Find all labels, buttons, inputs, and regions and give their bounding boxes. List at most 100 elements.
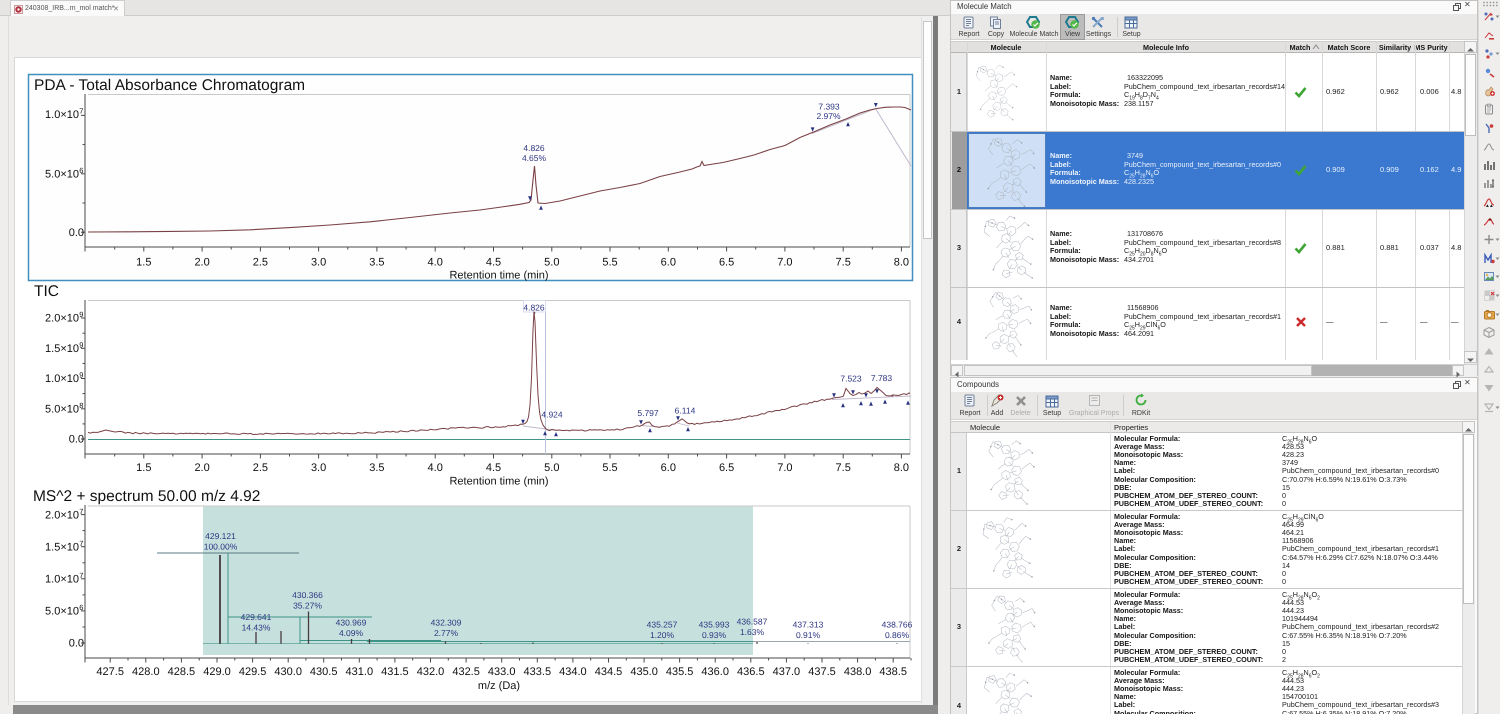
svg-text:1.20%: 1.20% <box>650 630 675 640</box>
svg-text:433.0: 433.0 <box>488 666 516 678</box>
svg-text:429.5: 429.5 <box>239 666 267 678</box>
svg-text:436.0: 436.0 <box>701 666 729 678</box>
svg-text:2.5: 2.5 <box>253 257 268 269</box>
svg-text:7.5: 7.5 <box>836 462 851 474</box>
svg-text:100.00%: 100.00% <box>204 542 238 552</box>
svg-text:438.5: 438.5 <box>879 666 907 678</box>
svg-text:432.0: 432.0 <box>417 666 445 678</box>
svg-text:9: 9 <box>79 310 83 319</box>
svg-text:435.0: 435.0 <box>630 666 658 678</box>
svg-text:4.924: 4.924 <box>541 410 563 420</box>
svg-text:7: 7 <box>79 539 83 548</box>
svg-text:4.09%: 4.09% <box>339 628 364 638</box>
svg-text:0.0: 0.0 <box>69 227 84 239</box>
svg-text:435.993: 435.993 <box>699 620 730 630</box>
svg-text:3.5: 3.5 <box>369 257 384 269</box>
svg-text:437.5: 437.5 <box>808 666 836 678</box>
svg-text:6.114: 6.114 <box>675 406 696 416</box>
svg-text:8.0: 8.0 <box>894 257 909 269</box>
svg-text:7: 7 <box>79 106 83 115</box>
svg-text:2.0×10: 2.0×10 <box>45 509 79 521</box>
svg-text:437.0: 437.0 <box>773 666 801 678</box>
svg-text:436.5: 436.5 <box>737 666 765 678</box>
svg-text:7.523: 7.523 <box>840 374 862 384</box>
svg-text:5.797: 5.797 <box>637 408 659 418</box>
svg-text:7: 7 <box>79 571 83 580</box>
svg-text:4.826: 4.826 <box>523 303 545 313</box>
svg-text:428.5: 428.5 <box>168 666 196 678</box>
svg-text:6.0: 6.0 <box>661 257 676 269</box>
svg-text:2.97%: 2.97% <box>816 111 841 121</box>
svg-text:1.5: 1.5 <box>136 257 151 269</box>
svg-text:9: 9 <box>79 371 83 380</box>
svg-text:8: 8 <box>79 401 83 410</box>
svg-text:434.5: 434.5 <box>595 666 623 678</box>
svg-text:1.5: 1.5 <box>136 462 151 474</box>
svg-text:6.5: 6.5 <box>719 462 734 474</box>
svg-text:429.641: 429.641 <box>241 612 272 622</box>
svg-text:3.5: 3.5 <box>369 462 384 474</box>
svg-text:4.5: 4.5 <box>486 462 501 474</box>
svg-text:0.91%: 0.91% <box>796 630 821 640</box>
svg-text:7: 7 <box>79 507 83 516</box>
svg-text:5.0×10: 5.0×10 <box>45 606 79 618</box>
svg-text:429.0: 429.0 <box>203 666 231 678</box>
svg-text:7.0: 7.0 <box>777 257 792 269</box>
svg-text:430.969: 430.969 <box>336 618 367 628</box>
svg-text:TIC: TIC <box>34 283 59 300</box>
svg-text:437.313: 437.313 <box>793 620 824 630</box>
svg-text:35.27%: 35.27% <box>293 601 322 611</box>
svg-text:5.5: 5.5 <box>602 462 617 474</box>
svg-text:0.86%: 0.86% <box>885 630 910 640</box>
svg-text:5.0: 5.0 <box>544 462 559 474</box>
svg-text:429.121: 429.121 <box>205 531 236 541</box>
svg-text:435.5: 435.5 <box>666 666 694 678</box>
svg-text:1.0×10: 1.0×10 <box>45 109 79 121</box>
svg-text:9: 9 <box>79 340 83 349</box>
svg-text:1.5×10: 1.5×10 <box>45 541 79 553</box>
svg-text:430.5: 430.5 <box>310 666 338 678</box>
svg-text:14.43%: 14.43% <box>242 623 271 633</box>
svg-text:1.0×10: 1.0×10 <box>45 574 79 586</box>
svg-text:2.0: 2.0 <box>194 462 209 474</box>
svg-text:5.0×10: 5.0×10 <box>45 403 79 415</box>
svg-text:4.5: 4.5 <box>486 257 501 269</box>
svg-text:4.0: 4.0 <box>428 462 443 474</box>
svg-text:433.5: 433.5 <box>524 666 552 678</box>
svg-text:428.0: 428.0 <box>132 666 160 678</box>
svg-text:430.0: 430.0 <box>274 666 302 678</box>
svg-text:m/z (Da): m/z (Da) <box>478 680 520 692</box>
svg-text:3.0: 3.0 <box>311 462 326 474</box>
svg-text:0.0: 0.0 <box>69 638 84 650</box>
svg-text:2.5: 2.5 <box>253 462 268 474</box>
svg-text:4.65%: 4.65% <box>522 153 547 163</box>
svg-text:MS^2 + spectrum 50.00 m/z 4.92: MS^2 + spectrum 50.00 m/z 4.92 <box>33 488 260 505</box>
svg-text:2.77%: 2.77% <box>434 628 459 638</box>
svg-text:432.5: 432.5 <box>452 666 480 678</box>
svg-text:438.0: 438.0 <box>844 666 872 678</box>
svg-text:Retention time (min): Retention time (min) <box>449 476 548 488</box>
svg-text:1.63%: 1.63% <box>740 627 765 637</box>
svg-text:434.0: 434.0 <box>559 666 587 678</box>
svg-text:430.366: 430.366 <box>292 590 323 600</box>
svg-text:436.587: 436.587 <box>737 617 768 627</box>
svg-text:0.93%: 0.93% <box>702 630 727 640</box>
svg-text:5.0: 5.0 <box>544 257 559 269</box>
svg-text:4.0: 4.0 <box>428 257 443 269</box>
svg-text:PDA - Total Absorbance Chromat: PDA - Total Absorbance Chromatogram <box>34 77 305 94</box>
svg-text:5.5: 5.5 <box>602 257 617 269</box>
svg-text:2.0: 2.0 <box>194 257 209 269</box>
svg-text:2.0×10: 2.0×10 <box>45 313 79 325</box>
svg-text:431.5: 431.5 <box>381 666 409 678</box>
svg-text:438.766: 438.766 <box>882 620 913 630</box>
svg-text:1.0×10: 1.0×10 <box>45 373 79 385</box>
svg-text:7.783: 7.783 <box>871 373 893 383</box>
svg-text:7.5: 7.5 <box>836 257 851 269</box>
svg-text:6.0: 6.0 <box>661 462 676 474</box>
svg-text:0.0: 0.0 <box>69 434 84 446</box>
svg-text:435.257: 435.257 <box>647 620 678 630</box>
svg-text:6: 6 <box>79 603 83 612</box>
svg-text:4.826: 4.826 <box>523 143 545 153</box>
svg-text:7.0: 7.0 <box>777 462 792 474</box>
svg-text:Retention time (min): Retention time (min) <box>449 270 548 282</box>
